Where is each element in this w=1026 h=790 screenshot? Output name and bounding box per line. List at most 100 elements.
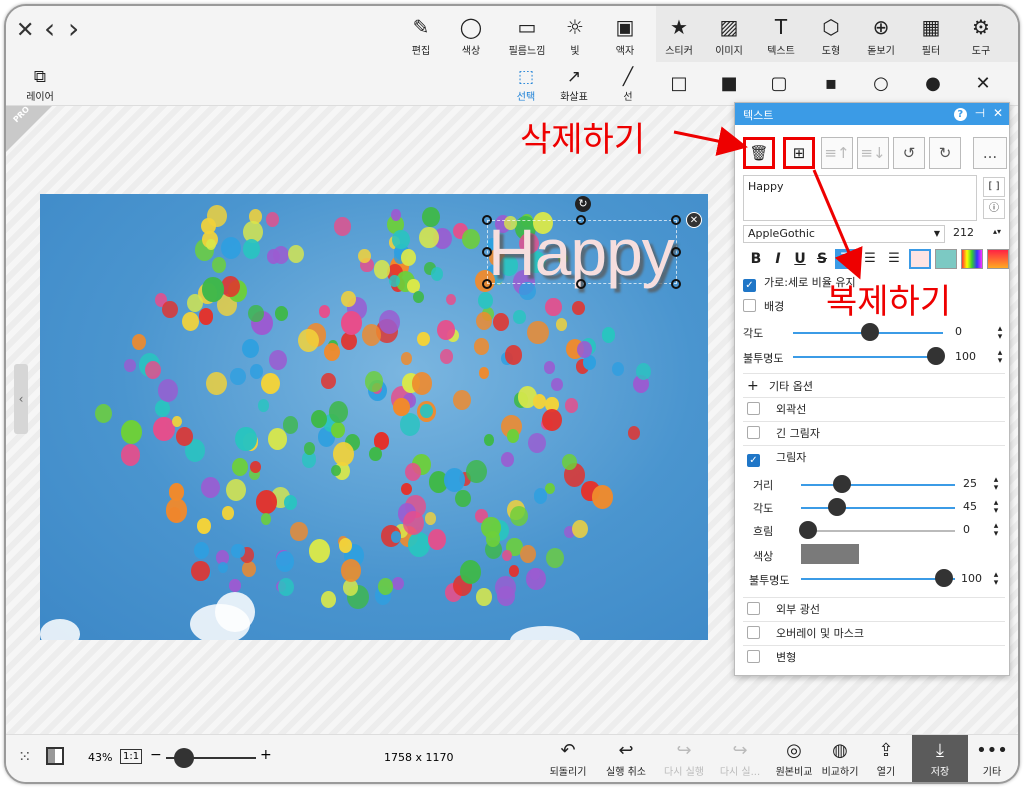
help-icon[interactable]: ? <box>953 108 967 121</box>
tool-tools[interactable]: ⚙ 도구 <box>956 14 1006 60</box>
tool-text[interactable]: T 텍스트 <box>756 14 806 60</box>
actual-size-button[interactable]: 1:1 <box>120 749 143 764</box>
tool-shape[interactable]: ⬡ 도형 <box>806 14 856 60</box>
shadow-row[interactable]: ✓ 그림자 <box>743 445 1005 469</box>
opacity-value[interactable]: 100 <box>955 350 976 363</box>
bracket-button[interactable]: [ ] <box>983 177 1005 197</box>
rotate-right-button[interactable]: ↻ <box>929 137 961 169</box>
tool-sticker[interactable]: ★ 스티커 <box>654 14 704 60</box>
shadow-distance-value[interactable]: 25 <box>963 477 977 490</box>
shadow-opacity-value[interactable]: 100 <box>961 572 982 585</box>
overlay-mask-checkbox[interactable] <box>747 626 760 639</box>
delete-text-button[interactable]: 🗑 <box>743 137 775 169</box>
open-button[interactable]: ⇪ 열기 <box>858 739 914 778</box>
font-select[interactable]: AppleGothic ▼ <box>743 225 945 243</box>
tool-frame[interactable]: ▣ 액자 <box>600 14 650 60</box>
back-icon[interactable]: ‹ <box>44 12 55 45</box>
gradient-swatch[interactable] <box>961 249 983 269</box>
zoom-slider-knob[interactable] <box>174 748 194 768</box>
text-input[interactable]: Happy <box>743 175 977 221</box>
gradient2-swatch[interactable] <box>987 249 1009 269</box>
keep-ratio-checkbox[interactable]: ✓ <box>743 279 756 292</box>
collapse-left-icon[interactable]: ‹ <box>14 364 28 434</box>
tool-color[interactable]: ◯ 색상 <box>446 14 496 60</box>
layers-button[interactable]: ⧉ 레이어 <box>20 66 60 103</box>
outline-checkbox[interactable] <box>747 402 760 415</box>
grid-icon[interactable]: ⁙ <box>18 747 31 766</box>
text-color-swatch[interactable] <box>909 249 931 269</box>
close-subtoolbar-icon[interactable]: ✕ <box>968 72 998 96</box>
shadow-angle-slider[interactable] <box>801 507 955 509</box>
save-button[interactable]: ⤓ 저장 <box>912 735 968 782</box>
more-options-row[interactable]: + 기타 옵션 <box>743 373 1005 397</box>
resize-handle[interactable] <box>482 215 492 225</box>
shape-option-icon[interactable]: ▪ <box>816 72 846 96</box>
tool-magnifier[interactable]: ⊕ 돋보기 <box>856 14 906 60</box>
info-button[interactable]: ⓘ <box>983 199 1005 219</box>
tool-filter[interactable]: ▦ 필터 <box>906 14 956 60</box>
more-button[interactable]: ... <box>973 137 1007 169</box>
shadow-distance-slider[interactable] <box>801 484 955 486</box>
panel-close-icon[interactable]: ✕ <box>993 106 1003 120</box>
resize-handle[interactable] <box>671 279 681 289</box>
delete-layer-icon[interactable]: ✕ <box>686 212 702 228</box>
align-left-icon[interactable]: ☰ <box>835 249 857 269</box>
outer-glow-checkbox[interactable] <box>747 602 760 615</box>
resize-handle[interactable] <box>576 279 586 289</box>
angle-slider-knob[interactable] <box>861 323 879 341</box>
shadow-opacity-slider[interactable] <box>801 578 955 580</box>
shadow-angle-value[interactable]: 45 <box>963 500 977 513</box>
shadow-opacity-stepper-icon[interactable]: ▴ ▾ <box>991 571 1001 588</box>
opacity-stepper-icon[interactable]: ▴ ▾ <box>995 349 1005 366</box>
resize-handle[interactable] <box>482 247 492 257</box>
transform-checkbox[interactable] <box>747 650 760 663</box>
shape-option-icon[interactable]: □ <box>664 72 694 96</box>
long-shadow-checkbox[interactable] <box>747 426 760 439</box>
resize-handle[interactable] <box>576 215 586 225</box>
shadow-angle-knob[interactable] <box>828 498 846 516</box>
shadow-angle-stepper-icon[interactable]: ▴ ▾ <box>991 499 1001 516</box>
tool-light[interactable]: ☼ 빛 <box>550 14 600 60</box>
opacity-slider[interactable] <box>793 356 943 358</box>
photo-balloons[interactable]: Happy ↻ ✕ <box>40 194 708 640</box>
zoom-value[interactable]: 43% <box>88 751 112 764</box>
tool-image[interactable]: ▨ 이미지 <box>704 14 754 60</box>
shape-option-icon[interactable]: ○ <box>866 72 896 96</box>
shadow-color-swatch[interactable] <box>801 544 859 564</box>
underline-button[interactable]: U <box>789 249 811 269</box>
shadow-checkbox[interactable]: ✓ <box>747 454 760 467</box>
transform-row[interactable]: 변형 <box>743 645 1005 669</box>
italic-button[interactable]: I <box>767 249 789 269</box>
strikethrough-button[interactable]: S <box>811 249 833 269</box>
shadow-opacity-knob[interactable] <box>935 569 953 587</box>
resize-handle[interactable] <box>671 215 681 225</box>
opacity-slider-knob[interactable] <box>927 347 945 365</box>
bold-button[interactable]: B <box>745 249 767 269</box>
subtool-arrow[interactable]: ↗ 화살표 <box>554 66 594 103</box>
font-size-stepper[interactable]: 212 ▴▾ <box>949 225 1005 243</box>
bring-forward-button[interactable]: ≡↑ <box>821 137 853 169</box>
shadow-blur-value[interactable]: 0 <box>963 523 970 536</box>
duplicate-text-button[interactable]: ⊞ <box>783 137 815 169</box>
close-window-icon[interactable]: ✕ <box>16 18 34 43</box>
align-center-icon[interactable]: ☰ <box>859 249 881 269</box>
shape-option-icon[interactable]: ▢ <box>764 72 794 96</box>
shape-option-icon[interactable]: ● <box>918 72 948 96</box>
forward-icon[interactable]: › <box>68 12 79 45</box>
tool-edit[interactable]: ✎ 편집 <box>396 14 446 60</box>
shape-option-icon[interactable]: ■ <box>714 72 744 96</box>
tool-film[interactable]: ▭ 필름느낌 <box>502 14 552 60</box>
rotate-left-button[interactable]: ↺ <box>893 137 925 169</box>
subtool-line[interactable]: ╱ 선 <box>608 66 648 103</box>
outer-glow-row[interactable]: 외부 광선 <box>743 597 1005 621</box>
outline-row[interactable]: 외곽선 <box>743 397 1005 421</box>
background-checkbox[interactable] <box>743 299 756 312</box>
shadow-blur-stepper-icon[interactable]: ▴ ▾ <box>991 522 1001 539</box>
rotate-handle-icon[interactable]: ↻ <box>575 196 591 212</box>
split-view-icon[interactable] <box>46 747 64 765</box>
undo-button[interactable]: ↩ 실행 취소 <box>598 739 654 778</box>
subtool-select[interactable]: ⬚ 선택 <box>506 66 546 103</box>
shadow-blur-knob[interactable] <box>799 521 817 539</box>
resize-handle[interactable] <box>671 247 681 257</box>
zoom-in-button[interactable]: + <box>260 747 272 763</box>
